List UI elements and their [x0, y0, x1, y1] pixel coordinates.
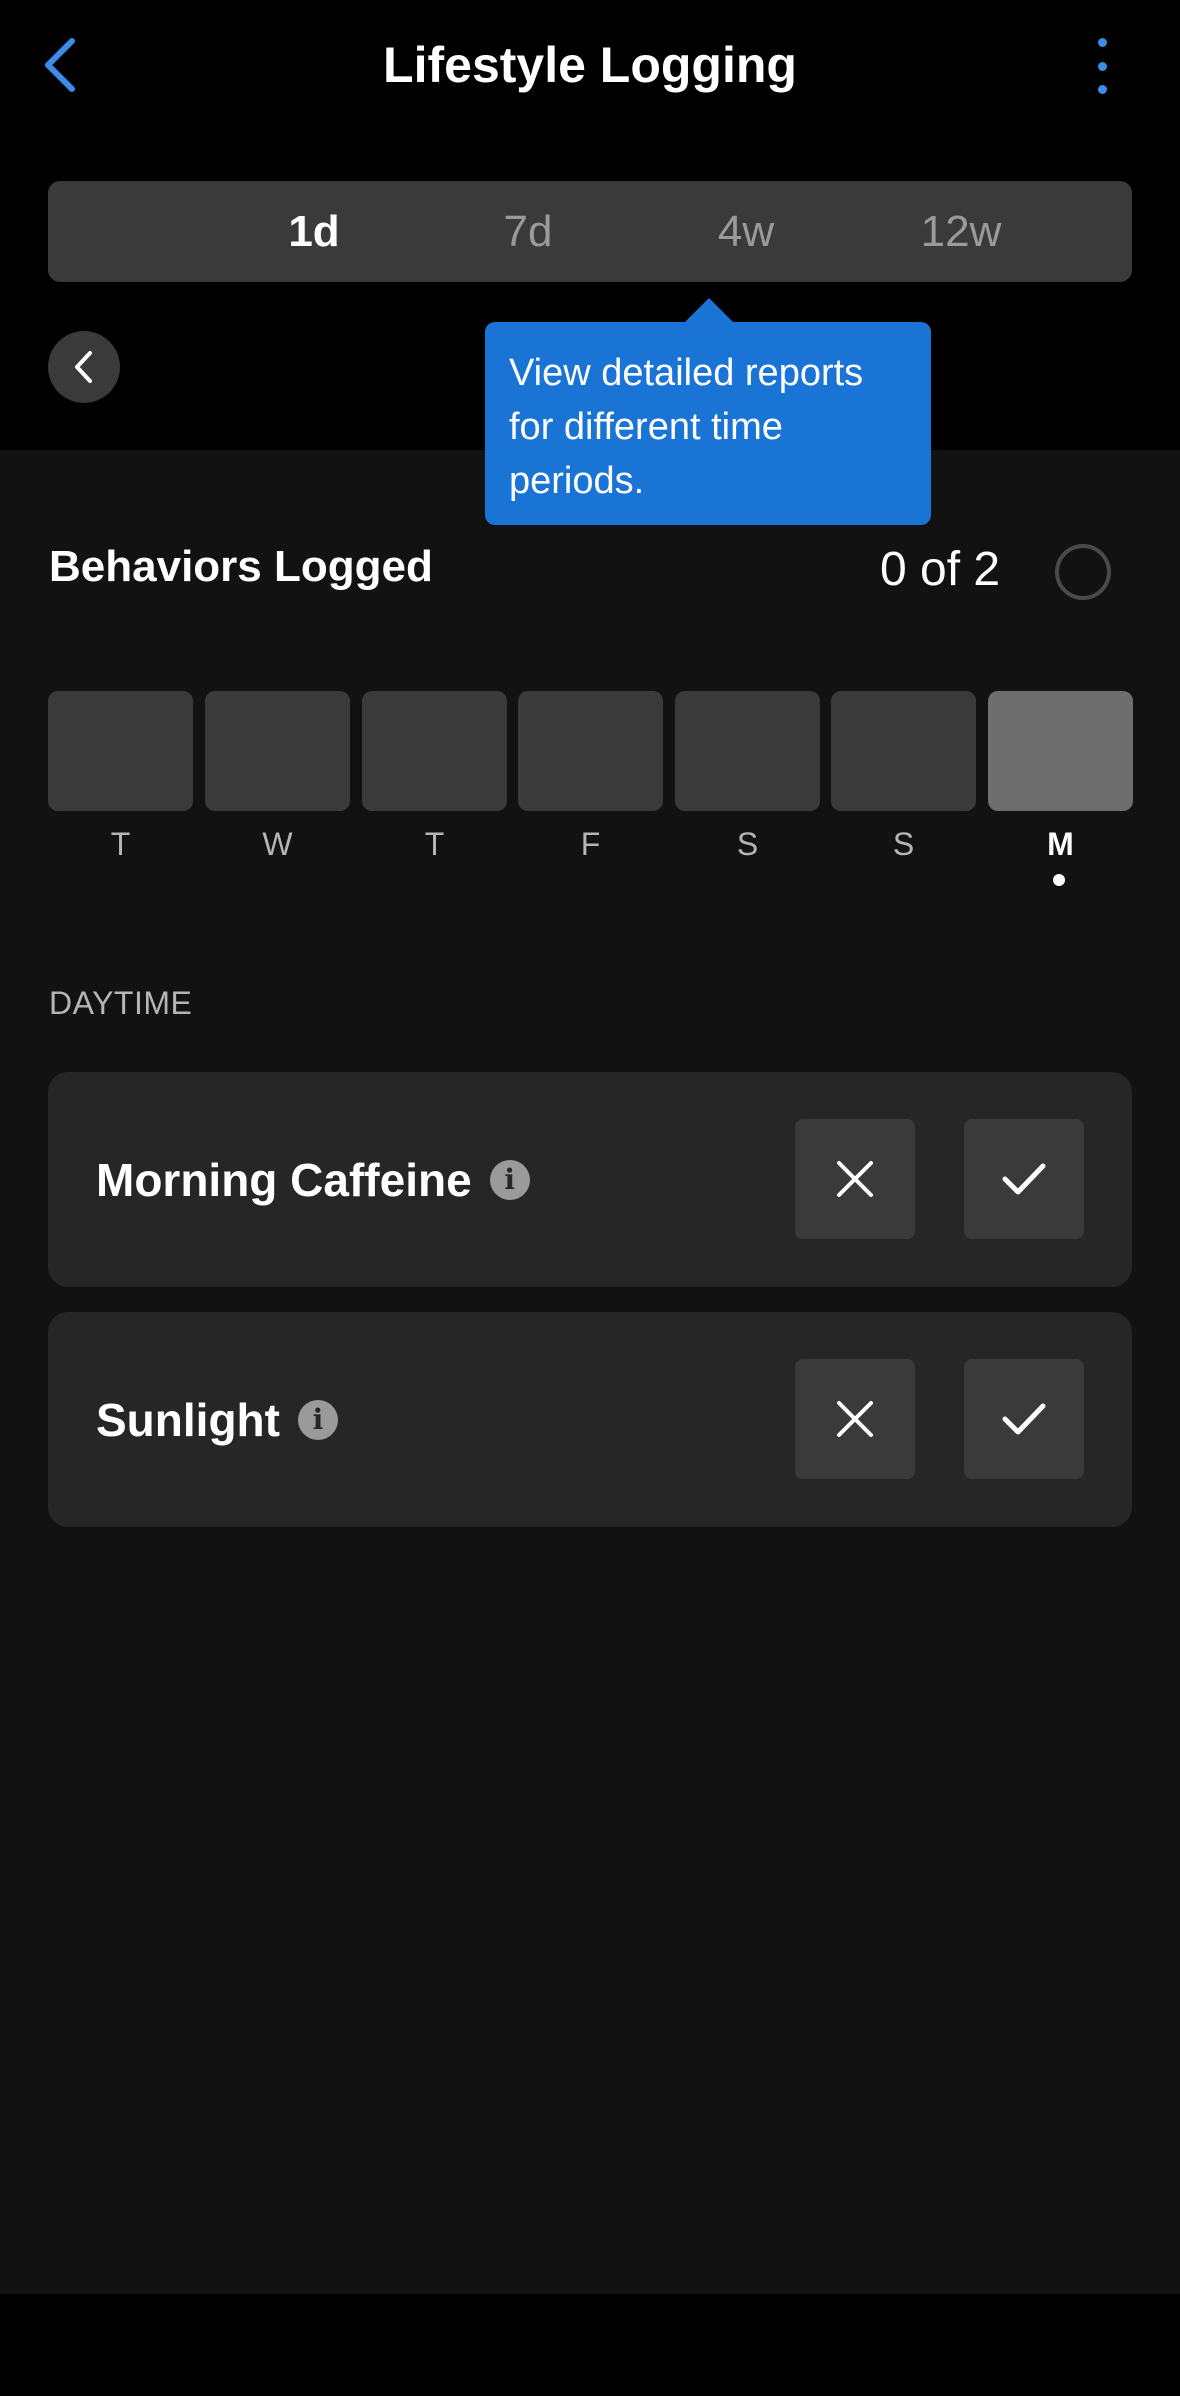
dot: [1097, 61, 1107, 71]
day-cell[interactable]: [675, 691, 820, 811]
close-icon: [837, 1161, 873, 1197]
previous-period-button[interactable]: [48, 331, 120, 403]
day-label: S: [736, 826, 759, 862]
behaviors-count: 0 of 2: [880, 543, 1001, 596]
behavior-name: Morning Caffeine: [96, 1153, 472, 1206]
page-title: Lifestyle Logging: [383, 37, 797, 93]
day-cell[interactable]: [362, 691, 507, 811]
mark-no-button[interactable]: [795, 1119, 915, 1239]
day-label-today: M: [1047, 826, 1074, 862]
dot: [1097, 85, 1107, 94]
info-icon[interactable]: i: [297, 1399, 338, 1440]
day-cell[interactable]: [518, 691, 663, 811]
mark-no-button[interactable]: [795, 1359, 915, 1479]
tab-7d[interactable]: 7d: [453, 181, 603, 282]
behavior-name: Sunlight: [96, 1393, 280, 1446]
chevron-left-icon: [75, 351, 92, 383]
info-icon[interactable]: i: [489, 1159, 530, 1200]
tab-4w[interactable]: 4w: [671, 181, 821, 282]
day-label: T: [110, 826, 131, 862]
behaviors-logged-title: Behaviors Logged: [49, 542, 433, 591]
lifestyle-logging-screen: Lifestyle Logging 1d 7d 4w 12w Behaviors…: [0, 0, 1180, 2396]
day-label: T: [424, 826, 445, 862]
day-cell[interactable]: [48, 691, 193, 811]
close-icon: [837, 1401, 873, 1437]
checkmark-icon: [1002, 1163, 1046, 1195]
time-range-segmented-control: 1d 7d 4w 12w: [48, 181, 1132, 282]
day-label: S: [892, 826, 915, 862]
tab-12w[interactable]: 12w: [886, 181, 1036, 282]
day-cell-today[interactable]: [988, 691, 1133, 811]
behavior-label: Sunlight i: [96, 1312, 338, 1527]
day-label: F: [580, 826, 601, 862]
mark-yes-button[interactable]: [964, 1359, 1084, 1479]
section-label-daytime: DAYTIME: [49, 985, 193, 1021]
dot: [1097, 38, 1107, 47]
today-indicator-dot: [1053, 874, 1065, 886]
header: Lifestyle Logging: [0, 0, 1180, 140]
day-cell[interactable]: [831, 691, 976, 811]
day-label: W: [262, 826, 293, 862]
mark-yes-button[interactable]: [964, 1119, 1084, 1239]
progress-ring: [1055, 544, 1111, 600]
time-period-tooltip[interactable]: View detailed reports for different time…: [485, 322, 931, 525]
tooltip-arrow: [683, 298, 735, 324]
behavior-card-sunlight: Sunlight i: [48, 1312, 1132, 1527]
behavior-label: Morning Caffeine i: [96, 1072, 530, 1287]
checkmark-icon: [1002, 1403, 1046, 1435]
more-options-button[interactable]: [1080, 38, 1124, 94]
day-cell[interactable]: [205, 691, 350, 811]
main-content: Behaviors Logged 0 of 2 T W T F S S M DA…: [0, 450, 1180, 2294]
behavior-card-morning-caffeine: Morning Caffeine i: [48, 1072, 1132, 1287]
tab-1d[interactable]: 1d: [239, 181, 389, 282]
